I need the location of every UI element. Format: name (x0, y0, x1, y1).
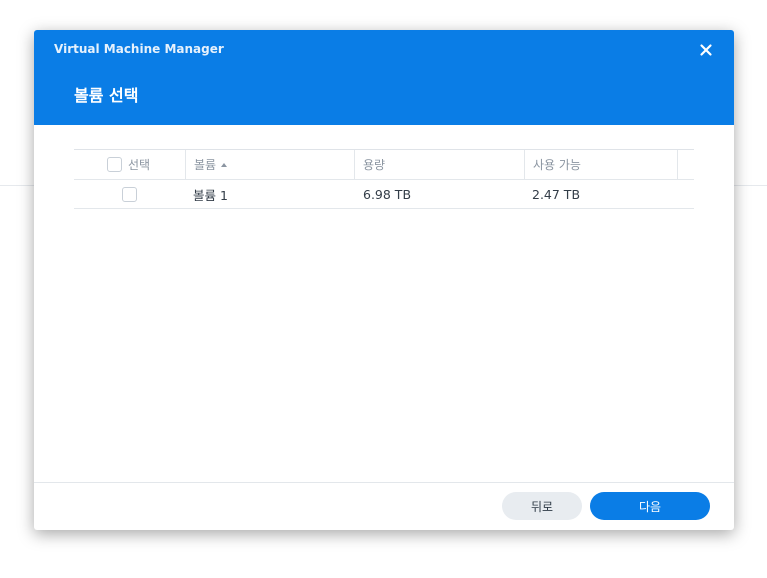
dialog-header: Virtual Machine Manager 볼륨 선택 (34, 30, 734, 125)
row-capacity: 6.98 TB (363, 186, 412, 202)
volume-table: 선택 볼륨 용량 사용 가능 볼륨 1 6.98 TB 2.47 TB (74, 149, 694, 209)
table-row[interactable]: 볼륨 1 6.98 TB 2.47 TB (74, 180, 694, 209)
row-volume: 볼륨 1 (193, 187, 228, 203)
volume-select-dialog: Virtual Machine Manager 볼륨 선택 선택 볼륨 용량 사… (34, 30, 734, 530)
row-checkbox[interactable] (122, 186, 137, 202)
header-available-label: 사용 가능 (533, 158, 581, 172)
header-volume[interactable]: 볼륨 (185, 150, 354, 179)
next-button[interactable]: 다음 (590, 492, 710, 520)
table-header: 선택 볼륨 용량 사용 가능 (74, 149, 694, 180)
step-title: 볼륨 선택 (74, 86, 139, 105)
app-title: Virtual Machine Manager (54, 42, 224, 56)
header-select-cell: 선택 (74, 150, 185, 179)
header-capacity-label: 용량 (363, 158, 386, 172)
back-button[interactable]: 뒤로 (502, 492, 582, 520)
sort-ascending-icon (221, 162, 228, 167)
header-available[interactable]: 사용 가능 (524, 150, 677, 179)
header-volume-label: 볼륨 (194, 158, 217, 172)
close-icon (700, 44, 712, 56)
header-capacity[interactable]: 용량 (354, 150, 524, 179)
row-select-cell (74, 180, 185, 208)
close-button[interactable] (698, 40, 714, 58)
header-spacer (677, 150, 695, 179)
header-select-label: 선택 (128, 158, 151, 172)
row-available: 2.47 TB (532, 186, 581, 202)
select-all-checkbox[interactable] (107, 157, 122, 172)
footer-divider (34, 482, 734, 483)
